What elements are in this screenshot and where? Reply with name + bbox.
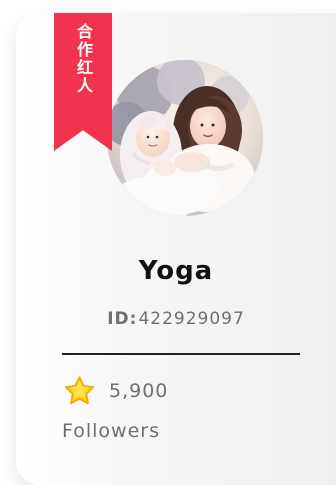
followers-row: 5,900 bbox=[62, 374, 292, 408]
profile-id-value: 422929097 bbox=[138, 309, 245, 329]
partner-ribbon: 合作红人 bbox=[54, 13, 112, 151]
avatar-photo bbox=[107, 60, 263, 216]
profile-id: ID:422929097 bbox=[16, 309, 336, 329]
avatar bbox=[107, 60, 263, 216]
star-icon bbox=[64, 375, 95, 404]
profile-card: 合作红人 Yoga ID:422929097 5,900 Followers bbox=[16, 13, 336, 485]
followers-section: 5,900 Followers bbox=[62, 374, 292, 442]
ribbon-label: 合作红人 bbox=[74, 23, 93, 95]
profile-id-label: ID: bbox=[107, 309, 138, 329]
profile-name: Yoga bbox=[138, 256, 214, 286]
followers-count: 5,900 bbox=[109, 380, 169, 402]
followers-label: Followers bbox=[62, 420, 160, 442]
divider bbox=[62, 353, 300, 355]
